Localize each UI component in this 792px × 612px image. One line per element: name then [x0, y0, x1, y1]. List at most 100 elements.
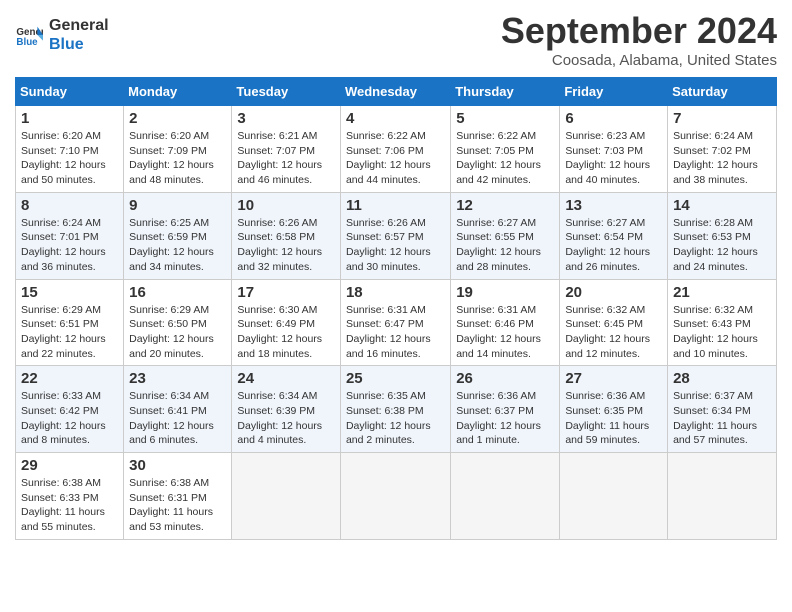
- day-number: 19: [456, 284, 554, 301]
- calendar-cell: 5 Sunrise: 6:22 AM Sunset: 7:05 PM Daylig…: [451, 106, 560, 193]
- day-info: Sunrise: 6:21 AM Sunset: 7:07 PM Dayligh…: [237, 129, 335, 188]
- calendar-cell: [232, 453, 341, 540]
- header-wednesday: Wednesday: [340, 78, 450, 106]
- calendar-cell: 27 Sunrise: 6:36 AM Sunset: 6:35 PM Dayli…: [560, 366, 668, 453]
- calendar-cell: 15 Sunrise: 6:29 AM Sunset: 6:51 PM Dayli…: [16, 279, 124, 366]
- calendar-cell: 30Sunrise: 6:38 AM Sunset: 6:31 PM Dayli…: [124, 453, 232, 540]
- calendar-cell: 28 Sunrise: 6:37 AM Sunset: 6:34 PM Dayli…: [668, 366, 777, 453]
- day-number: 8: [21, 197, 118, 214]
- calendar-cell: 13 Sunrise: 6:27 AM Sunset: 6:54 PM Dayli…: [560, 192, 668, 279]
- day-info: Sunrise: 6:37 AM Sunset: 6:34 PM Dayligh…: [673, 389, 771, 448]
- day-number: 5: [456, 110, 554, 127]
- calendar-cell: 8 Sunrise: 6:24 AM Sunset: 7:01 PM Daylig…: [16, 192, 124, 279]
- calendar-cell: 10 Sunrise: 6:26 AM Sunset: 6:58 PM Dayli…: [232, 192, 341, 279]
- day-info: Sunrise: 6:38 AM Sunset: 6:33 PM Dayligh…: [21, 476, 118, 535]
- day-number: 3: [237, 110, 335, 127]
- day-info: Sunrise: 6:36 AM Sunset: 6:35 PM Dayligh…: [565, 389, 662, 448]
- calendar-cell: 20 Sunrise: 6:32 AM Sunset: 6:45 PM Dayli…: [560, 279, 668, 366]
- day-info: Sunrise: 6:36 AM Sunset: 6:37 PM Dayligh…: [456, 389, 554, 448]
- day-info: Sunrise: 6:20 AM Sunset: 7:10 PM Dayligh…: [21, 129, 118, 188]
- day-info: Sunrise: 6:23 AM Sunset: 7:03 PM Dayligh…: [565, 129, 662, 188]
- day-info: Sunrise: 6:34 AM Sunset: 6:41 PM Dayligh…: [129, 389, 226, 448]
- day-info: Sunrise: 6:32 AM Sunset: 6:43 PM Dayligh…: [673, 303, 771, 362]
- calendar-cell: 14Sunrise: 6:28 AM Sunset: 6:53 PM Dayli…: [668, 192, 777, 279]
- day-info: Sunrise: 6:32 AM Sunset: 6:45 PM Dayligh…: [565, 303, 662, 362]
- header-sunday: Sunday: [16, 78, 124, 106]
- calendar-cell: 16 Sunrise: 6:29 AM Sunset: 6:50 PM Dayli…: [124, 279, 232, 366]
- day-number: 4: [346, 110, 445, 127]
- day-number: 1: [21, 110, 118, 127]
- day-number: 11: [346, 197, 445, 214]
- header-tuesday: Tuesday: [232, 78, 341, 106]
- day-number: 10: [237, 197, 335, 214]
- day-number: 9: [129, 197, 226, 214]
- calendar-cell: 9 Sunrise: 6:25 AM Sunset: 6:59 PM Daylig…: [124, 192, 232, 279]
- day-number: 30: [129, 457, 226, 474]
- day-info: Sunrise: 6:20 AM Sunset: 7:09 PM Dayligh…: [129, 129, 226, 188]
- day-info: Sunrise: 6:27 AM Sunset: 6:55 PM Dayligh…: [456, 216, 554, 275]
- day-info: Sunrise: 6:31 AM Sunset: 6:47 PM Dayligh…: [346, 303, 445, 362]
- header-thursday: Thursday: [451, 78, 560, 106]
- day-info: Sunrise: 6:33 AM Sunset: 6:42 PM Dayligh…: [21, 389, 118, 448]
- day-number: 24: [237, 370, 335, 387]
- day-number: 2: [129, 110, 226, 127]
- day-info: Sunrise: 6:22 AM Sunset: 7:06 PM Dayligh…: [346, 129, 445, 188]
- day-info: Sunrise: 6:30 AM Sunset: 6:49 PM Dayligh…: [237, 303, 335, 362]
- calendar-cell: 17 Sunrise: 6:30 AM Sunset: 6:49 PM Dayli…: [232, 279, 341, 366]
- calendar-header-row: SundayMondayTuesdayWednesdayThursdayFrid…: [16, 78, 777, 106]
- calendar-cell: 24 Sunrise: 6:34 AM Sunset: 6:39 PM Dayli…: [232, 366, 341, 453]
- calendar-cell: 22Sunrise: 6:33 AM Sunset: 6:42 PM Dayli…: [16, 366, 124, 453]
- logo-icon: General Blue: [15, 21, 43, 49]
- day-info: Sunrise: 6:24 AM Sunset: 7:02 PM Dayligh…: [673, 129, 771, 188]
- day-number: 17: [237, 284, 335, 301]
- day-info: Sunrise: 6:35 AM Sunset: 6:38 PM Dayligh…: [346, 389, 445, 448]
- header-saturday: Saturday: [668, 78, 777, 106]
- calendar-cell: [451, 453, 560, 540]
- day-info: Sunrise: 6:34 AM Sunset: 6:39 PM Dayligh…: [237, 389, 335, 448]
- day-info: Sunrise: 6:29 AM Sunset: 6:51 PM Dayligh…: [21, 303, 118, 362]
- header-monday: Monday: [124, 78, 232, 106]
- calendar-cell: 6 Sunrise: 6:23 AM Sunset: 7:03 PM Daylig…: [560, 106, 668, 193]
- calendar-week-1: 1 Sunrise: 6:20 AM Sunset: 7:10 PM Daylig…: [16, 106, 777, 193]
- calendar-cell: 19 Sunrise: 6:31 AM Sunset: 6:46 PM Dayli…: [451, 279, 560, 366]
- day-number: 6: [565, 110, 662, 127]
- day-number: 25: [346, 370, 445, 387]
- day-info: Sunrise: 6:26 AM Sunset: 6:57 PM Dayligh…: [346, 216, 445, 275]
- calendar-table: SundayMondayTuesdayWednesdayThursdayFrid…: [15, 77, 777, 540]
- day-info: Sunrise: 6:22 AM Sunset: 7:05 PM Dayligh…: [456, 129, 554, 188]
- logo-text: General Blue: [49, 16, 109, 54]
- calendar-cell: 26Sunrise: 6:36 AM Sunset: 6:37 PM Dayli…: [451, 366, 560, 453]
- day-info: Sunrise: 6:24 AM Sunset: 7:01 PM Dayligh…: [21, 216, 118, 275]
- calendar-cell: 11 Sunrise: 6:26 AM Sunset: 6:57 PM Dayli…: [340, 192, 450, 279]
- calendar-cell: 29 Sunrise: 6:38 AM Sunset: 6:33 PM Dayli…: [16, 453, 124, 540]
- calendar-cell: 2 Sunrise: 6:20 AM Sunset: 7:09 PM Daylig…: [124, 106, 232, 193]
- calendar-cell: 25 Sunrise: 6:35 AM Sunset: 6:38 PM Dayli…: [340, 366, 450, 453]
- day-info: Sunrise: 6:26 AM Sunset: 6:58 PM Dayligh…: [237, 216, 335, 275]
- day-number: 16: [129, 284, 226, 301]
- day-info: Sunrise: 6:25 AM Sunset: 6:59 PM Dayligh…: [129, 216, 226, 275]
- calendar-week-2: 8 Sunrise: 6:24 AM Sunset: 7:01 PM Daylig…: [16, 192, 777, 279]
- calendar-cell: 1 Sunrise: 6:20 AM Sunset: 7:10 PM Daylig…: [16, 106, 124, 193]
- day-number: 27: [565, 370, 662, 387]
- day-number: 29: [21, 457, 118, 474]
- page-header: General Blue General Blue September 2024…: [15, 10, 777, 69]
- day-info: Sunrise: 6:31 AM Sunset: 6:46 PM Dayligh…: [456, 303, 554, 362]
- day-number: 20: [565, 284, 662, 301]
- day-info: Sunrise: 6:27 AM Sunset: 6:54 PM Dayligh…: [565, 216, 662, 275]
- calendar-week-3: 15 Sunrise: 6:29 AM Sunset: 6:51 PM Dayli…: [16, 279, 777, 366]
- day-number: 28: [673, 370, 771, 387]
- day-number: 13: [565, 197, 662, 214]
- day-number: 23: [129, 370, 226, 387]
- day-number: 15: [21, 284, 118, 301]
- calendar-cell: [668, 453, 777, 540]
- calendar-cell: 7Sunrise: 6:24 AM Sunset: 7:02 PM Daylig…: [668, 106, 777, 193]
- day-info: Sunrise: 6:28 AM Sunset: 6:53 PM Dayligh…: [673, 216, 771, 275]
- title-area: September 2024 Coosada, Alabama, United …: [501, 10, 777, 69]
- svg-text:Blue: Blue: [16, 37, 38, 48]
- calendar-cell: [560, 453, 668, 540]
- logo: General Blue General Blue: [15, 16, 109, 54]
- day-number: 12: [456, 197, 554, 214]
- month-title: September 2024: [501, 10, 777, 52]
- day-info: Sunrise: 6:29 AM Sunset: 6:50 PM Dayligh…: [129, 303, 226, 362]
- calendar-cell: 18Sunrise: 6:31 AM Sunset: 6:47 PM Dayli…: [340, 279, 450, 366]
